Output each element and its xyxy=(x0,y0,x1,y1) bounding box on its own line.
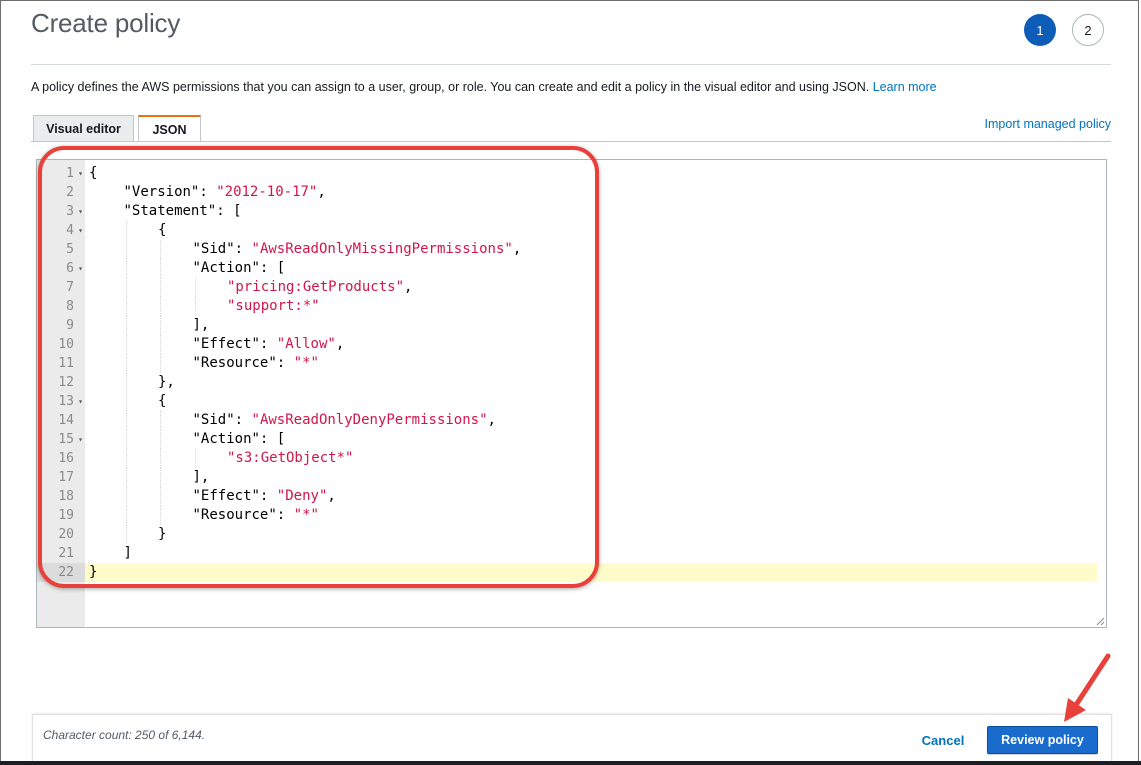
bottom-edge xyxy=(0,761,1141,765)
tabs-divider xyxy=(31,141,1111,142)
character-count: Character count: 250 of 6,144. xyxy=(43,728,206,742)
resize-grip-icon[interactable] xyxy=(1095,616,1105,626)
review-policy-button[interactable]: Review policy xyxy=(987,726,1098,754)
header-divider xyxy=(31,64,1111,65)
highlight-callout xyxy=(38,146,599,588)
policy-footer: Character count: 250 of 6,144. Cancel Re… xyxy=(32,714,1112,765)
tab-json[interactable]: JSON xyxy=(138,115,201,142)
description-text: A policy defines the AWS permissions tha… xyxy=(31,80,870,94)
step-2-indicator: 2 xyxy=(1072,14,1104,46)
import-managed-policy-link[interactable]: Import managed policy xyxy=(985,117,1111,131)
learn-more-link[interactable]: Learn more xyxy=(873,80,937,94)
arrow-icon xyxy=(1064,653,1111,722)
step-1-indicator: 1 xyxy=(1024,14,1056,46)
tab-visual-editor[interactable]: Visual editor xyxy=(33,115,134,142)
page-description: A policy defines the AWS permissions tha… xyxy=(31,80,937,94)
page-title: Create policy xyxy=(31,8,181,38)
cancel-button[interactable]: Cancel xyxy=(909,728,977,752)
